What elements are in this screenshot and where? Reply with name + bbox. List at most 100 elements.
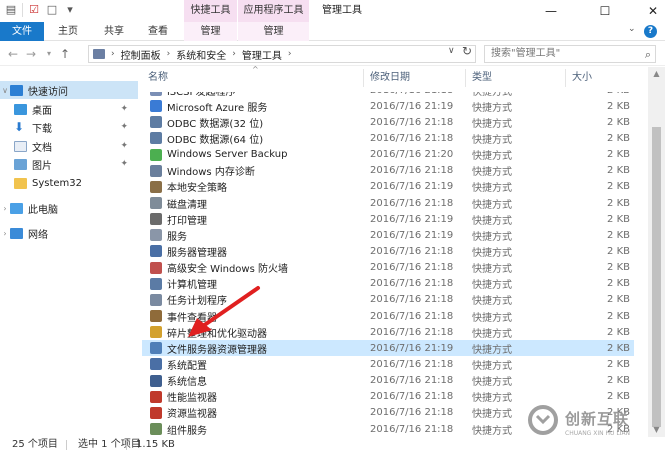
search-input[interactable]: 搜索"管理工具" ⌕: [484, 45, 656, 63]
file-size: 2 KB: [607, 375, 630, 387]
pin-icon[interactable]: ✦: [120, 104, 128, 114]
expand-chevron-icon[interactable]: ›: [0, 204, 10, 213]
file-row[interactable]: Microsoft Azure 服务 2016/7/16 21:19 快捷方式 2 K…: [142, 98, 634, 114]
shortcut-icon: [150, 100, 162, 113]
tab-share[interactable]: 共享: [94, 22, 134, 41]
search-icon[interactable]: ⌕: [645, 47, 651, 63]
back-arrow-icon[interactable]: ←: [6, 46, 20, 62]
chevron-right-icon[interactable]: ›: [232, 49, 236, 59]
up-arrow-icon[interactable]: ↑: [58, 46, 72, 62]
file-row[interactable]: 事件查看器 2016/7/16 21:18 快捷方式 2 KB: [142, 308, 634, 324]
tab-home[interactable]: 主页: [50, 22, 86, 41]
chevron-right-icon[interactable]: ›: [288, 49, 292, 59]
breadcrumb-admin-tools[interactable]: 管理工具: [242, 47, 282, 62]
tab-view[interactable]: 查看: [140, 22, 176, 41]
close-button[interactable]: ✕: [630, 0, 665, 22]
minimize-button[interactable]: —: [528, 0, 574, 22]
shortcut-icon: [150, 180, 162, 193]
shortcut-icon: [150, 326, 162, 339]
file-name: 计算机管理: [167, 280, 217, 292]
file-name: 服务: [167, 231, 187, 243]
file-type: 快捷方式: [472, 312, 512, 324]
file-row[interactable]: ODBC 数据源(64 位) 2016/7/16 21:18 快捷方式 2 KB: [142, 130, 634, 146]
file-size: 2 KB: [607, 197, 630, 209]
file-row[interactable]: Windows Server Backup 2016/7/16 21:20 快捷方式…: [142, 147, 634, 163]
checkmark-icon[interactable]: ☑: [27, 3, 41, 17]
search-placeholder: 搜索"管理工具": [491, 48, 561, 59]
brand-logo-icon: [528, 405, 558, 435]
file-row[interactable]: 计算机管理 2016/7/16 21:18 快捷方式 2 KB: [142, 276, 634, 292]
pin-icon[interactable]: ✦: [120, 159, 128, 169]
file-row[interactable]: 服务 2016/7/16 21:19 快捷方式 2 KB: [142, 227, 634, 243]
recent-locations-dropdown-icon[interactable]: ▾: [42, 46, 56, 62]
address-bar[interactable]: › 控制面板 › 系统和安全 › 管理工具 ›: [88, 45, 476, 63]
file-row[interactable]: 磁盘清理 2016/7/16 21:18 快捷方式 2 KB: [142, 195, 634, 211]
control-panel-icon: [93, 49, 105, 59]
status-divider: [66, 440, 67, 450]
customize-toolbar-icon[interactable]: ▾: [63, 3, 77, 17]
file-row[interactable]: 任务计划程序 2016/7/16 21:18 快捷方式 2 KB: [142, 292, 634, 308]
nav-pictures[interactable]: 图片 ✦: [0, 155, 138, 173]
nav-documents[interactable]: 文档 ✦: [0, 137, 138, 155]
file-row[interactable]: 打印管理 2016/7/16 21:19 快捷方式 2 KB: [142, 211, 634, 227]
shortcut-icon: [150, 358, 162, 371]
tab-manage-shortcut[interactable]: 管理: [184, 22, 237, 41]
file-row[interactable]: ODBC 数据源(32 位) 2016/7/16 21:18 快捷方式 2 KB: [142, 114, 634, 130]
file-date: 2016/7/16 21:18: [370, 407, 454, 419]
file-name: 组件服务: [167, 425, 207, 437]
file-size: 2 KB: [607, 213, 630, 225]
column-header-date[interactable]: 修改日期: [364, 69, 466, 87]
new-folder-icon[interactable]: □: [45, 3, 59, 17]
file-date: 2016/7/16 21:18: [370, 310, 454, 322]
file-row[interactable]: 系统信息 2016/7/16 21:18 快捷方式 2 KB: [142, 373, 634, 389]
pin-icon[interactable]: ✦: [120, 122, 128, 132]
forward-arrow-icon[interactable]: →: [24, 46, 38, 62]
tab-file[interactable]: 文件: [0, 22, 44, 41]
chevron-right-icon[interactable]: ›: [111, 49, 115, 59]
scroll-up-icon[interactable]: ▲: [648, 67, 665, 81]
pin-icon[interactable]: ✦: [120, 141, 128, 151]
file-row[interactable]: 本地安全策略 2016/7/16 21:19 快捷方式 2 KB: [142, 179, 634, 195]
file-name: ODBC 数据源(32 位): [167, 118, 264, 130]
shortcut-icon: [150, 342, 162, 355]
refresh-icon[interactable]: ↻: [462, 44, 472, 58]
file-row[interactable]: 服务器管理器 2016/7/16 21:18 快捷方式 2 KB: [142, 243, 634, 259]
expand-ribbon-icon[interactable]: ⌄: [628, 24, 636, 34]
chevron-right-icon[interactable]: ›: [167, 49, 171, 59]
vertical-scrollbar[interactable]: ▲ ▼: [648, 67, 665, 437]
file-name: 碎片整理和优化驱动器: [167, 328, 267, 340]
file-row[interactable]: Windows 内存诊断 2016/7/16 21:18 快捷方式 2 KB: [142, 163, 634, 179]
file-list: iSCSI 发起程序2016/7/16 21:18快捷方式2 KBMicroso…: [142, 92, 634, 437]
file-type: 快捷方式: [472, 92, 512, 98]
scroll-thumb[interactable]: [652, 127, 661, 427]
column-header-type[interactable]: 类型: [466, 69, 566, 87]
collapse-chevron-icon[interactable]: ∨: [0, 86, 10, 95]
properties-icon[interactable]: ▤: [4, 3, 18, 17]
help-icon[interactable]: ?: [644, 25, 657, 38]
breadcrumb-system-security[interactable]: 系统和安全: [176, 47, 226, 62]
file-row[interactable]: 系统配置 2016/7/16 21:18 快捷方式 2 KB: [142, 356, 634, 372]
breadcrumb-control-panel[interactable]: 控制面板: [121, 47, 161, 62]
file-row[interactable]: 碎片整理和优化驱动器 2016/7/16 21:18 快捷方式 2 KB: [142, 324, 634, 340]
file-size: 2 KB: [607, 132, 630, 144]
file-date: 2016/7/16 21:18: [370, 326, 454, 338]
nav-quick-access[interactable]: ∨ 快速访问: [0, 81, 138, 99]
nav-network[interactable]: › 网络: [0, 224, 138, 242]
expand-chevron-icon[interactable]: ›: [0, 229, 10, 238]
document-icon: [14, 140, 27, 152]
file-name: 性能监视器: [167, 393, 217, 405]
file-date: 2016/7/16 21:19: [370, 229, 454, 241]
column-header-name[interactable]: 名称: [142, 69, 364, 87]
maximize-button[interactable]: ☐: [582, 0, 628, 22]
address-dropdown-icon[interactable]: ∨: [448, 46, 455, 56]
nav-this-pc[interactable]: › 此电脑: [0, 199, 138, 217]
nav-system32[interactable]: System32: [0, 174, 138, 192]
file-date: 2016/7/16 21:18: [370, 294, 454, 306]
nav-downloads[interactable]: ⬇ 下载 ✦: [0, 118, 138, 136]
file-date: 2016/7/16 21:18: [370, 245, 454, 257]
tab-manage-app[interactable]: 管理: [238, 22, 309, 41]
column-header-size[interactable]: 大小: [566, 69, 634, 87]
file-row[interactable]: 文件服务器资源管理器 2016/7/16 21:19 快捷方式 2 KB: [142, 340, 634, 357]
file-row[interactable]: 高级安全 Windows 防火墙 2016/7/16 21:18 快捷方式 2 KB: [142, 260, 634, 276]
nav-desktop[interactable]: 桌面 ✦: [0, 100, 138, 118]
